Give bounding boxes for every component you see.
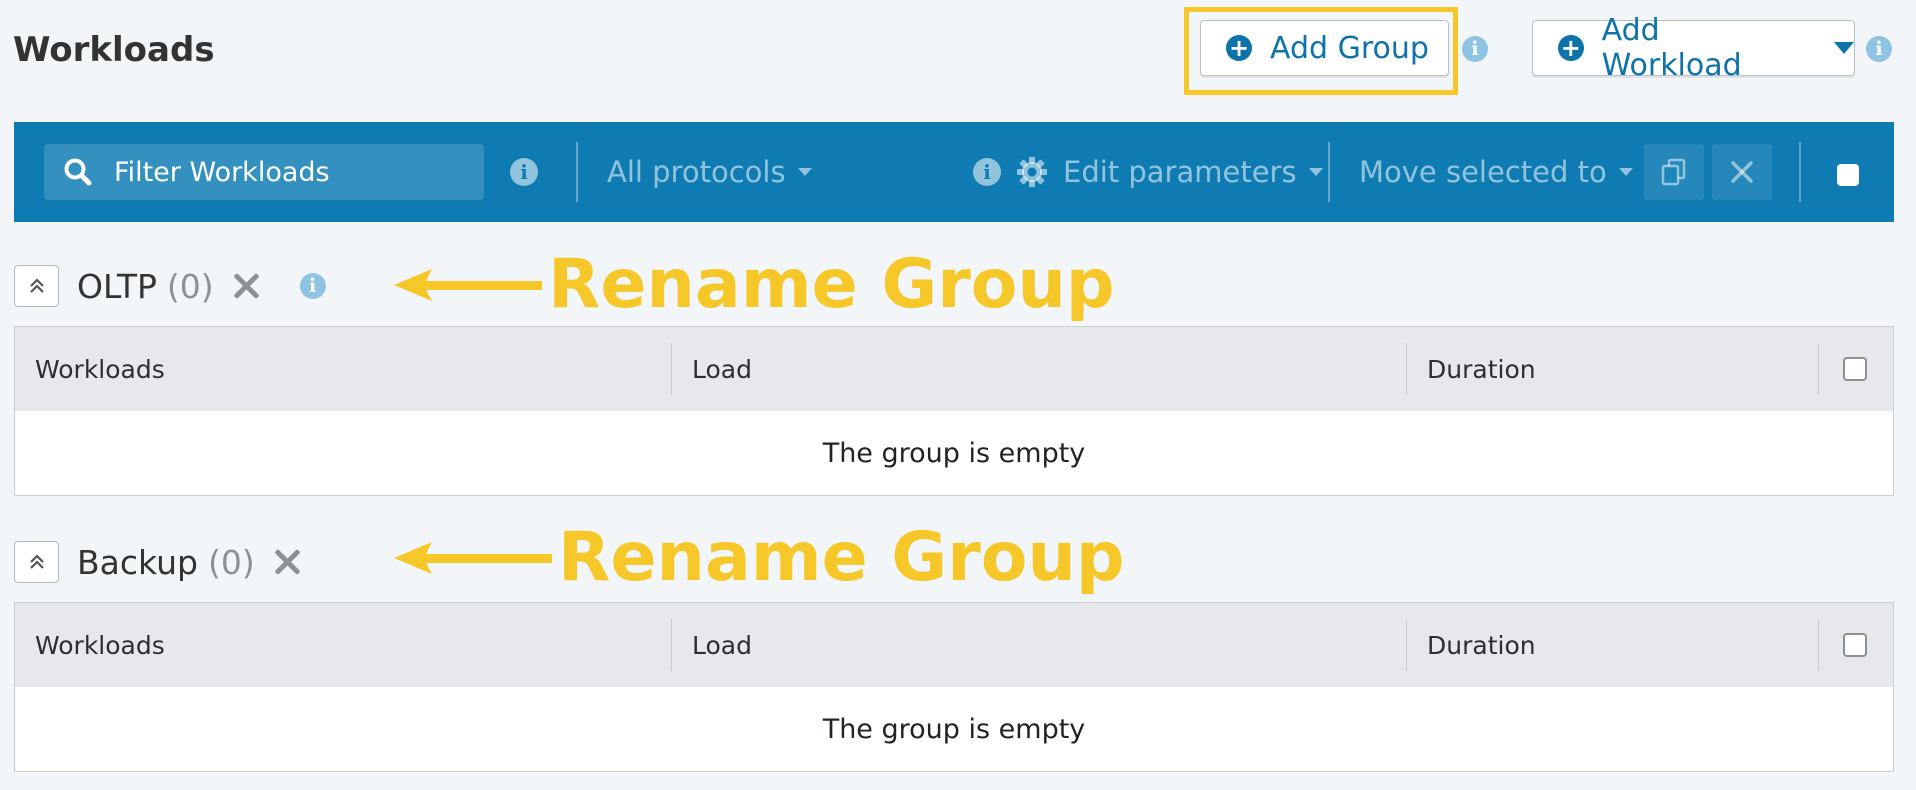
page-title: Workloads bbox=[13, 30, 215, 70]
column-header-duration[interactable]: Duration bbox=[1407, 603, 1819, 687]
edit-parameters-label: Edit parameters bbox=[1063, 155, 1297, 189]
search-icon bbox=[64, 158, 92, 186]
copy-icon bbox=[1661, 158, 1686, 186]
group-header-backup: Backup (0) bbox=[14, 537, 301, 587]
edit-parameters-dropdown[interactable]: Edit parameters bbox=[1063, 152, 1323, 192]
table-header: Workloads Load Duration bbox=[15, 603, 1893, 687]
group-info-icon[interactable]: i bbox=[299, 273, 326, 299]
copy-button[interactable] bbox=[1644, 144, 1704, 200]
group-name[interactable]: Backup bbox=[77, 543, 198, 582]
close-icon bbox=[1731, 161, 1753, 183]
chevron-up-double-icon bbox=[29, 554, 44, 569]
add-workload-button[interactable]: + Add Workload bbox=[1532, 13, 1855, 83]
filter-info-icon[interactable]: i bbox=[510, 158, 538, 186]
group-header-oltp: OLTP (0) i bbox=[14, 261, 326, 311]
arrow-left-icon bbox=[394, 541, 552, 574]
column-header-duration[interactable]: Duration bbox=[1407, 327, 1819, 411]
delete-selected-button[interactable] bbox=[1712, 144, 1772, 200]
info-icon[interactable]: i bbox=[1462, 36, 1488, 62]
caret-down-icon[interactable] bbox=[1834, 42, 1854, 54]
arrow-left-icon bbox=[394, 268, 542, 301]
workloads-page: Workloads + Add Group i + Add Workload i… bbox=[0, 0, 1916, 790]
info-icon[interactable]: i bbox=[1866, 36, 1892, 62]
group-table-oltp: Workloads Load Duration The group is emp… bbox=[14, 326, 1894, 496]
table-header: Workloads Load Duration bbox=[15, 327, 1893, 411]
delete-group-icon[interactable] bbox=[273, 548, 301, 576]
group-table-backup: Workloads Load Duration The group is emp… bbox=[14, 602, 1894, 772]
group-select-checkbox[interactable] bbox=[1843, 633, 1867, 657]
gear-icon bbox=[1017, 157, 1047, 187]
select-all-checkbox[interactable] bbox=[1837, 164, 1859, 186]
collapse-group-button[interactable] bbox=[14, 265, 59, 307]
toolbar-divider bbox=[1328, 142, 1330, 202]
workloads-toolbar: i All protocols i Edit parameters bbox=[14, 122, 1894, 222]
toolbar-divider bbox=[1799, 142, 1801, 202]
plus-circle-icon: + bbox=[1226, 35, 1252, 61]
column-header-load[interactable]: Load bbox=[672, 327, 1407, 411]
column-header-load[interactable]: Load bbox=[672, 603, 1407, 687]
filter-workloads-box[interactable] bbox=[44, 144, 484, 200]
column-header-workloads[interactable]: Workloads bbox=[15, 327, 672, 411]
caret-down-icon bbox=[1618, 168, 1633, 176]
toolbar-divider bbox=[576, 142, 578, 202]
empty-message: The group is empty bbox=[822, 437, 1086, 469]
annotation-text: Rename Group bbox=[548, 245, 1115, 324]
caret-down-icon bbox=[1308, 168, 1323, 176]
add-workload-label: Add Workload bbox=[1601, 13, 1742, 83]
protocols-label: All protocols bbox=[607, 155, 786, 189]
group-select-checkbox[interactable] bbox=[1843, 357, 1867, 381]
delete-group-icon[interactable] bbox=[232, 272, 260, 300]
chevron-up-double-icon bbox=[29, 278, 44, 293]
filter-workloads-input[interactable] bbox=[114, 156, 474, 188]
group-count: (0) bbox=[166, 266, 214, 306]
group-name[interactable]: OLTP bbox=[77, 267, 157, 306]
annotation-text: Rename Group bbox=[558, 518, 1125, 597]
rename-group-annotation: Rename Group bbox=[392, 518, 1125, 597]
plus-circle-icon: + bbox=[1558, 35, 1584, 61]
empty-message: The group is empty bbox=[822, 713, 1086, 745]
protocols-dropdown[interactable]: All protocols bbox=[607, 152, 812, 192]
add-group-button[interactable]: + Add Group bbox=[1200, 20, 1449, 76]
move-selected-label: Move selected to bbox=[1359, 155, 1607, 189]
column-header-workloads[interactable]: Workloads bbox=[15, 603, 672, 687]
rename-group-annotation: Rename Group bbox=[392, 245, 1115, 324]
add-group-label: Add Group bbox=[1270, 30, 1429, 66]
edit-parameters-info-icon[interactable]: i bbox=[973, 158, 1001, 186]
move-selected-dropdown[interactable]: Move selected to bbox=[1359, 152, 1633, 192]
column-header-select bbox=[1819, 603, 1893, 687]
column-header-select bbox=[1819, 327, 1893, 411]
group-count: (0) bbox=[207, 542, 255, 582]
caret-down-icon bbox=[797, 168, 812, 176]
collapse-group-button[interactable] bbox=[14, 541, 59, 583]
